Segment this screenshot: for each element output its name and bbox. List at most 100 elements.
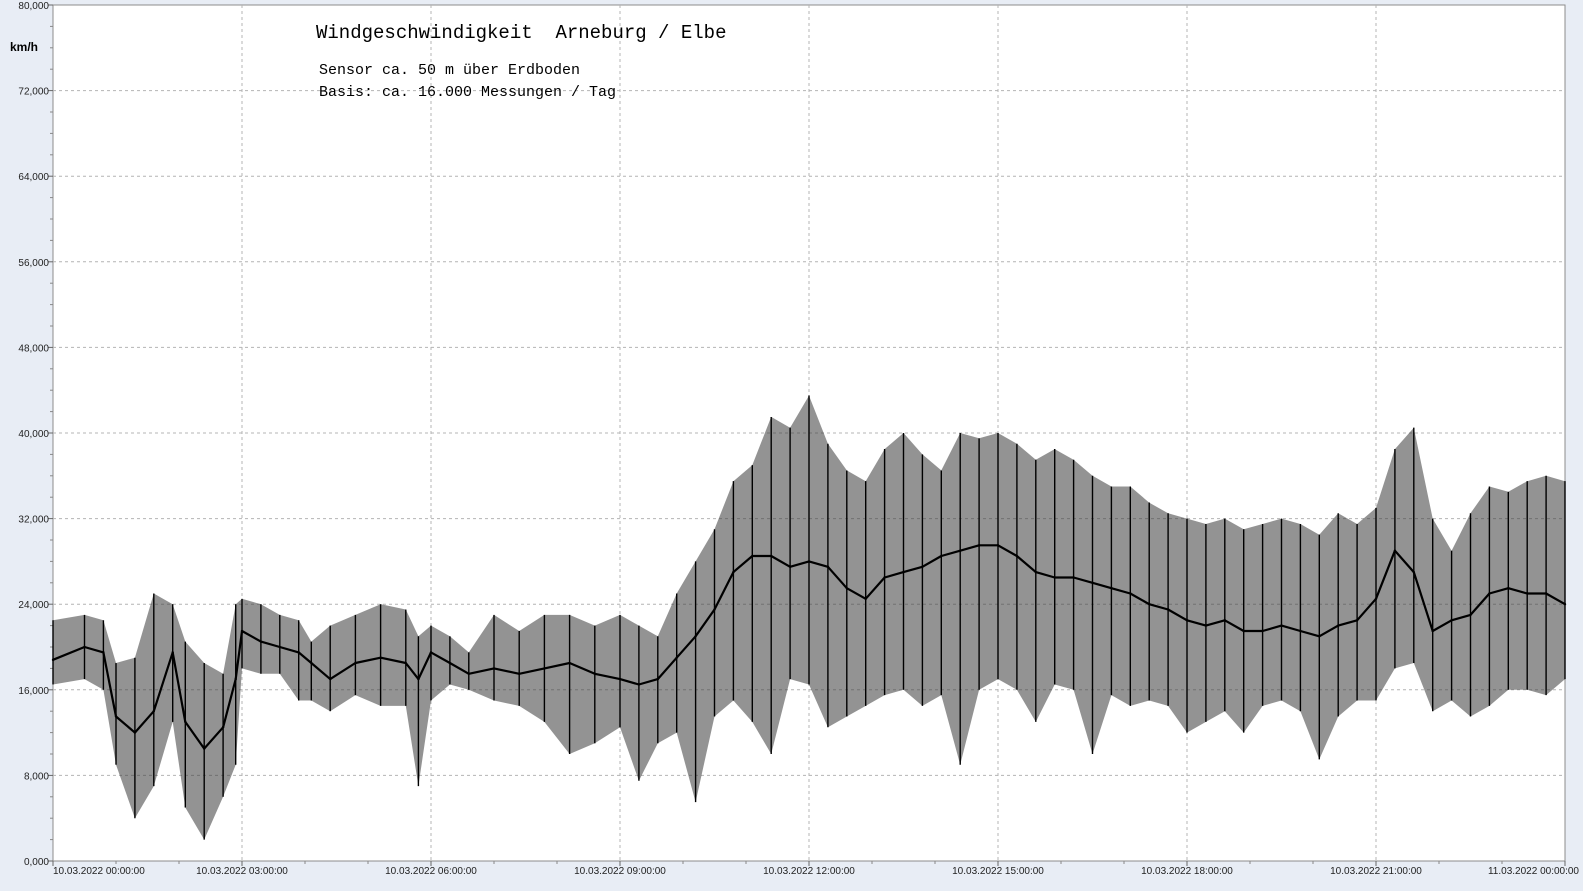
series-point bbox=[417, 677, 420, 681]
series-point bbox=[234, 677, 237, 681]
series-point bbox=[1091, 581, 1094, 584]
series-point bbox=[133, 731, 137, 734]
y-tick-label: 64,000 bbox=[18, 172, 49, 183]
series-point bbox=[568, 661, 571, 665]
series-point bbox=[940, 554, 943, 558]
series-point bbox=[959, 549, 962, 552]
series-point bbox=[1318, 635, 1321, 638]
series-point bbox=[807, 560, 811, 563]
y-tick-label: 32,000 bbox=[18, 515, 49, 526]
x-tick-label: 10.03.2022 03:00:00 bbox=[196, 866, 288, 877]
series-point bbox=[1563, 603, 1567, 606]
series-point bbox=[1261, 629, 1264, 633]
series-point bbox=[404, 661, 407, 665]
series-point bbox=[1412, 570, 1416, 574]
x-tick-label: 10.03.2022 00:00:00 bbox=[53, 866, 145, 877]
series-point bbox=[618, 677, 622, 681]
series-point bbox=[543, 667, 546, 670]
series-point bbox=[1374, 597, 1378, 601]
series-point bbox=[114, 715, 118, 718]
series-point bbox=[694, 635, 697, 638]
series-point bbox=[467, 672, 470, 675]
series-point bbox=[184, 720, 187, 724]
chart-title: Windgeschwindigkeit Arneburg / Elbe bbox=[316, 22, 726, 44]
series-point bbox=[297, 651, 300, 654]
series-point bbox=[1337, 624, 1340, 627]
y-tick-label: 8,000 bbox=[24, 771, 49, 782]
y-tick-label: 80,000 bbox=[18, 1, 49, 12]
series-point bbox=[921, 565, 924, 568]
series-point bbox=[751, 554, 754, 558]
series-point bbox=[675, 656, 678, 659]
series-point bbox=[329, 677, 332, 681]
chart-subtitle-basis: Basis: ca. 16.000 Messungen / Tag bbox=[319, 84, 616, 101]
series-point bbox=[770, 554, 773, 558]
series-point bbox=[996, 544, 1000, 547]
series-point bbox=[1034, 570, 1038, 574]
series-point bbox=[1110, 586, 1113, 590]
series-point bbox=[826, 565, 830, 568]
x-tick-label: 10.03.2022 12:00:00 bbox=[763, 866, 855, 877]
series-point bbox=[1053, 576, 1056, 579]
series-point bbox=[977, 544, 981, 547]
series-point bbox=[310, 661, 313, 665]
series-point bbox=[1469, 613, 1472, 617]
series-point bbox=[448, 661, 452, 665]
series-point bbox=[1299, 629, 1302, 633]
series-point bbox=[1450, 619, 1453, 622]
series-point bbox=[845, 586, 848, 590]
y-tick-label: 40,000 bbox=[18, 429, 49, 440]
x-tick-label: 11.03.2022 00:00:00 bbox=[1488, 866, 1579, 877]
series-point bbox=[1015, 554, 1019, 558]
series-point bbox=[1129, 592, 1132, 595]
series-point bbox=[51, 658, 55, 662]
series-point bbox=[1488, 592, 1491, 595]
x-tick-label: 10.03.2022 18:00:00 bbox=[1141, 866, 1233, 877]
series-point bbox=[240, 629, 244, 633]
series-point bbox=[1223, 619, 1227, 622]
series-point bbox=[221, 726, 225, 729]
series-point bbox=[732, 570, 735, 574]
wind-speed-chart: 0,000 8,000 16,000 24,000 32,000 40,000 48,000… bbox=[0, 0, 1583, 891]
series-point bbox=[171, 651, 174, 654]
y-tick-label: 56,000 bbox=[18, 258, 49, 269]
series-point bbox=[656, 677, 659, 681]
y-tick-label: 48,000 bbox=[18, 343, 49, 354]
series-point bbox=[713, 608, 716, 611]
x-tick-label: 10.03.2022 15:00:00 bbox=[952, 866, 1044, 877]
x-tick-label: 10.03.2022 21:00:00 bbox=[1330, 866, 1422, 877]
series-point bbox=[1544, 592, 1548, 595]
series-point bbox=[278, 645, 281, 649]
series-point bbox=[1507, 586, 1510, 590]
x-tick-label: 10.03.2022 09:00:00 bbox=[574, 866, 666, 877]
series-point bbox=[83, 645, 86, 649]
series-point bbox=[637, 683, 641, 686]
series-point bbox=[1072, 576, 1075, 579]
series-point bbox=[902, 570, 905, 574]
series-point bbox=[1355, 619, 1359, 622]
series-point bbox=[379, 656, 382, 659]
series-point bbox=[788, 565, 792, 568]
chart-container: 0,000 8,000 16,000 24,000 32,000 40,000 48,000… bbox=[0, 0, 1583, 891]
series-point bbox=[1166, 608, 1170, 611]
series-point bbox=[1526, 592, 1529, 595]
series-point bbox=[1148, 603, 1151, 606]
y-tick-label: 16,000 bbox=[18, 686, 49, 697]
series-point bbox=[593, 672, 596, 675]
series-point bbox=[864, 597, 867, 601]
series-point bbox=[259, 640, 263, 643]
series-point bbox=[203, 747, 206, 750]
series-point bbox=[518, 672, 521, 675]
y-tick-label: 72,000 bbox=[18, 87, 49, 98]
series-point bbox=[1431, 629, 1434, 633]
series-point bbox=[492, 667, 496, 670]
x-tick-label: 10.03.2022 06:00:00 bbox=[385, 866, 477, 877]
series-point bbox=[1204, 624, 1208, 627]
series-point bbox=[883, 576, 886, 579]
series-point bbox=[102, 651, 105, 654]
series-point bbox=[1280, 624, 1283, 627]
series-point bbox=[1393, 549, 1397, 552]
series-point bbox=[354, 661, 357, 665]
chart-subtitle-sensor: Sensor ca. 50 m über Erdboden bbox=[319, 62, 580, 79]
y-tick-label: 24,000 bbox=[18, 600, 49, 611]
